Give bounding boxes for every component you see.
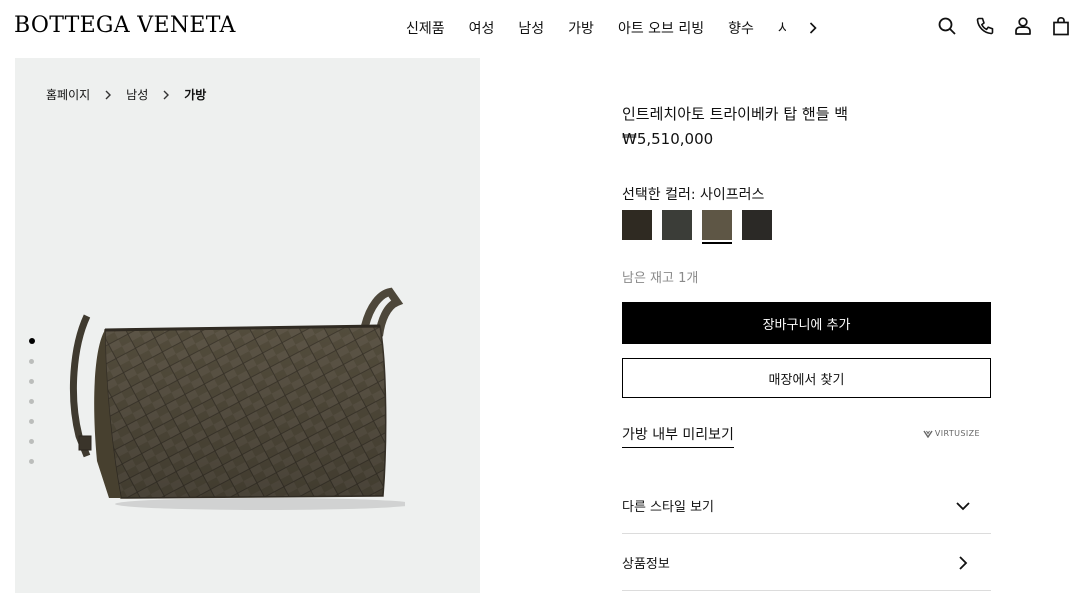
brand-logo[interactable]: BOTTEGA VENETA (14, 13, 236, 38)
add-to-cart-button[interactable]: 장바구니에 추가 (622, 302, 991, 344)
nav-item-women[interactable]: 여성 (469, 18, 495, 38)
gallery-dot[interactable] (29, 359, 34, 364)
bag-interior-preview-link[interactable]: 가방 내부 미리보기 (622, 424, 734, 448)
gallery-dot[interactable] (29, 399, 34, 404)
color-swatch[interactable] (622, 210, 652, 240)
accordion-product-info[interactable]: 상품정보 (622, 535, 991, 591)
phone-icon (976, 17, 994, 35)
nav-item-men[interactable]: 남성 (518, 18, 544, 38)
product-price: ₩5,510,000 (622, 130, 714, 148)
virtusize-text: VIRTUSIZE (934, 429, 980, 438)
contact-button[interactable] (975, 16, 995, 36)
chevron-right-icon (809, 22, 817, 34)
color-swatches (622, 210, 782, 244)
cart-button[interactable] (1051, 16, 1071, 36)
accordion-other-styles[interactable]: 다른 스타일 보기 (622, 478, 991, 534)
nav-item-truncated[interactable]: 시 (778, 18, 786, 38)
product-image-panel: 홈페이지 남성 가방 (15, 58, 480, 593)
search-button[interactable] (937, 16, 957, 36)
nav-item-new[interactable]: 신제품 (406, 18, 445, 38)
virtusize-logo[interactable]: VIRTUSIZE (923, 429, 980, 438)
product-title: 인트레치아토 트라이베카 탑 핸들 백 (622, 105, 849, 123)
gallery-pagination (29, 338, 35, 479)
product-bag-image (70, 287, 405, 510)
breadcrumb-men[interactable]: 남성 (126, 86, 148, 103)
nav-next-button[interactable] (808, 20, 818, 36)
chevron-down-icon (956, 501, 970, 510)
gallery-dot[interactable] (29, 419, 34, 424)
nav-item-fragrance[interactable]: 향수 (728, 18, 754, 38)
main-nav: 신제품 여성 남성 가방 아트 오브 리빙 향수 시 (406, 18, 818, 38)
gallery-dot[interactable] (29, 439, 34, 444)
breadcrumb: 홈페이지 남성 가방 (46, 86, 206, 103)
color-swatch[interactable] (742, 210, 772, 240)
color-swatch[interactable] (702, 210, 732, 244)
breadcrumb-home[interactable]: 홈페이지 (46, 86, 90, 103)
color-swatch[interactable] (662, 210, 692, 240)
stock-status: 남은 재고 1개 (622, 271, 699, 286)
breadcrumb-bags: 가방 (184, 88, 207, 102)
find-in-store-button[interactable]: 매장에서 찾기 (622, 358, 991, 398)
virtusize-icon (923, 430, 933, 438)
account-icon (1015, 17, 1031, 35)
search-icon (938, 17, 956, 35)
chevron-right-icon (959, 555, 968, 570)
chevron-right-icon (163, 90, 170, 99)
accordion-label: 상품정보 (622, 557, 670, 572)
site-header: BOTTEGA VENETA 신제품 여성 남성 가방 아트 오브 리빙 향수 … (0, 0, 1089, 56)
nav-item-art-of-living[interactable]: 아트 오브 리빙 (618, 18, 704, 38)
account-button[interactable] (1013, 16, 1033, 36)
selected-color-label: 선택한 컬러: 사이프러스 (622, 187, 765, 203)
gallery-dot[interactable] (29, 459, 34, 464)
nav-item-bags[interactable]: 가방 (568, 18, 594, 38)
gallery-dot[interactable] (29, 338, 35, 344)
accordion-label: 다른 스타일 보기 (622, 500, 714, 515)
chevron-right-icon (105, 90, 112, 99)
shopping-bag-icon (1053, 16, 1069, 36)
header-actions (937, 16, 1089, 36)
gallery-dot[interactable] (29, 379, 34, 384)
